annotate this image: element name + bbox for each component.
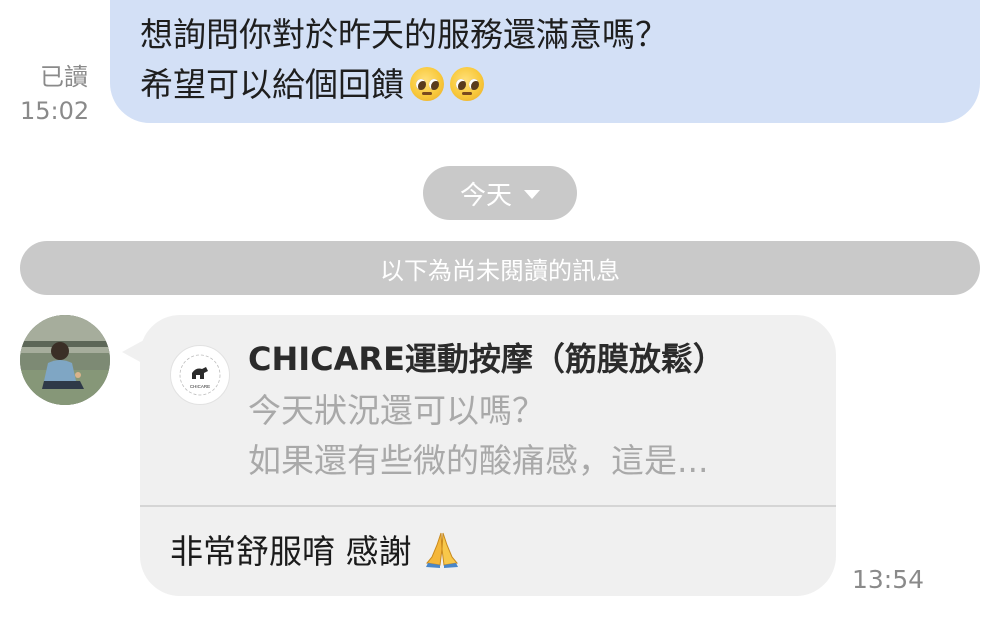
reply-message: 非常舒服唷 感謝 [170,528,462,576]
quoted-message-line-2: 如果還有些微的酸痛感，這是... [248,441,709,480]
message-timestamp: 13:54 [852,565,925,594]
unread-divider-label: 以下為尚未閱讀的訊息 [380,256,620,285]
quote-divider [140,505,836,507]
svg-text:CHICARE: CHICARE [190,384,210,389]
date-divider-pill[interactable]: 今天 [423,166,577,220]
folded-hands-icon [426,532,458,568]
outgoing-message-line-2: 希望可以給個回饋 [140,60,980,110]
pleading-face-icon [450,67,484,101]
read-time: 15:02 [20,97,90,125]
quoted-message-line-1: 今天狀況還可以嗎？ [248,391,545,430]
avatar-photo [20,315,110,405]
read-status: 已讀 15:02 [20,60,90,128]
pleading-face-icon [410,67,444,101]
read-label: 已讀 [40,63,88,91]
caret-down-icon [524,190,540,199]
date-label: 今天 [459,180,512,211]
reply-message-text: 非常舒服唷 感謝 [170,532,412,571]
outgoing-message-bubble[interactable]: 想詢問你對於昨天的服務還滿意嗎？ 希望可以給個回饋 [110,0,980,123]
chicare-logo: CHICARE [170,345,230,405]
outgoing-message-line-1: 想詢問你對於昨天的服務還滿意嗎？ [140,15,668,54]
avatar[interactable] [20,315,110,405]
quoted-sender-name: CHICARE運動按摩（筋膜放鬆） [248,340,725,378]
unread-messages-divider: 以下為尚未閱讀的訊息 [20,241,980,295]
chicare-logo-icon: CHICARE [179,354,221,396]
outgoing-message-line-2-text: 希望可以給個回饋 [140,65,404,104]
